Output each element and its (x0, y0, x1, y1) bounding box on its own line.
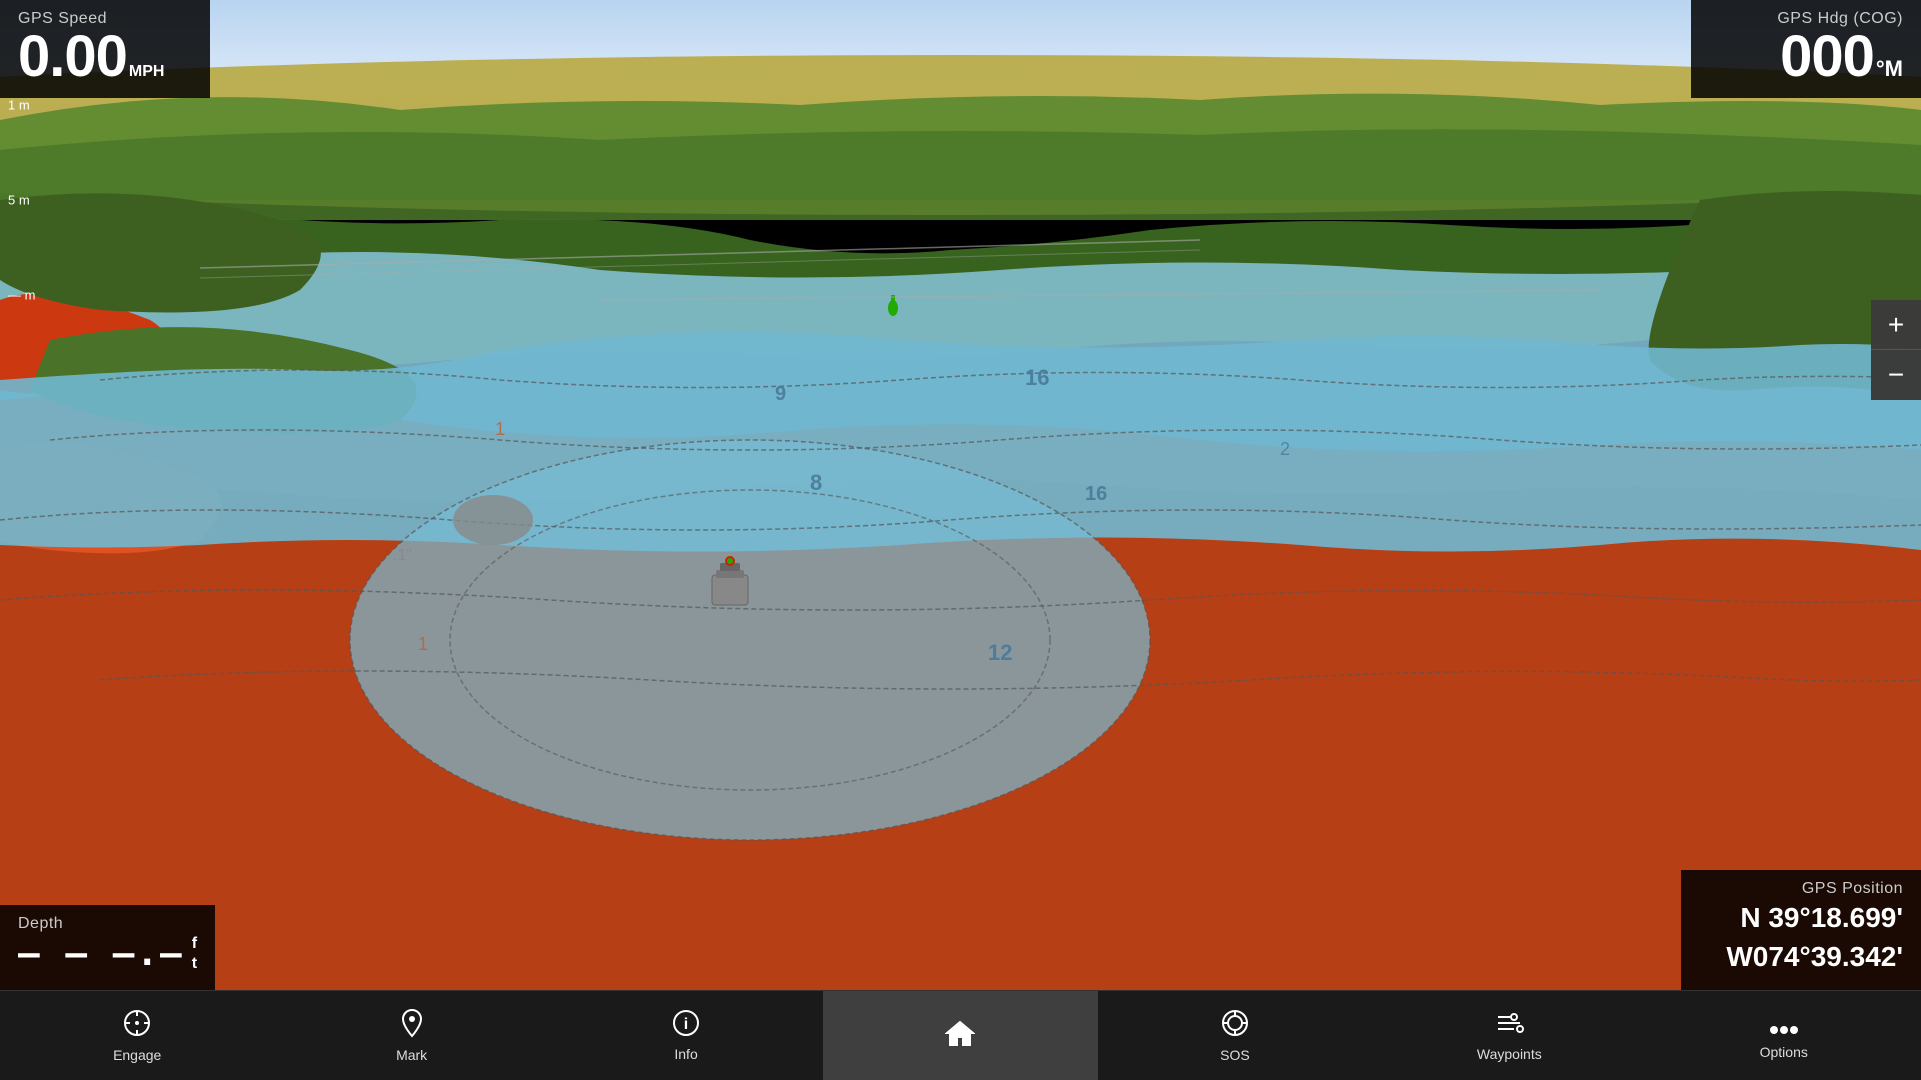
depth-value: — — —.— (18, 933, 184, 974)
depth-label: Depth (18, 915, 197, 933)
nav-sos[interactable]: SOS (1098, 991, 1372, 1080)
pin-icon (399, 1008, 425, 1043)
gps-lon: W074°39.342' (1699, 937, 1903, 976)
nav-waypoints[interactable]: Waypoints (1372, 991, 1646, 1080)
gps-heading-overlay: GPS Hdg (COG) 000 °M (1691, 0, 1921, 98)
svg-text:8: 8 (810, 470, 822, 495)
options-label: Options (1760, 1044, 1808, 1060)
nav-options[interactable]: Options (1647, 991, 1921, 1080)
engage-label: Engage (113, 1047, 161, 1063)
zoom-controls: + − (1871, 300, 1921, 400)
svg-text:9: 9 (775, 383, 786, 405)
waypoints-icon (1494, 1009, 1524, 1042)
svg-text:12: 12 (988, 640, 1012, 665)
nav-engage[interactable]: Engage (0, 991, 274, 1080)
depth-unit-bot: t (192, 954, 197, 973)
depth-scale: 1 m 5 m — m (0, 88, 43, 313)
svg-text:16: 16 (1025, 365, 1049, 390)
info-icon: i (672, 1009, 700, 1042)
depth-scale-1m: 1 m (8, 98, 35, 113)
svg-text:1: 1 (418, 634, 428, 654)
waypoints-label: Waypoints (1477, 1046, 1542, 1062)
nav-info[interactable]: i Info (549, 991, 823, 1080)
gps-heading-unit: °M (1876, 56, 1903, 82)
zoom-in-button[interactable]: + (1871, 300, 1921, 350)
navigate-icon (122, 1008, 152, 1043)
info-label: Info (674, 1046, 697, 1062)
nav-bar: Engage Mark i Info (0, 990, 1921, 1080)
sos-label: SOS (1220, 1047, 1250, 1063)
gps-speed-overlay: GPS Speed 0.00 MPH (0, 0, 210, 98)
nav-mark[interactable]: Mark (274, 991, 548, 1080)
gps-speed-unit: MPH (129, 64, 165, 80)
mark-label: Mark (396, 1047, 427, 1063)
options-icon (1769, 1012, 1799, 1040)
gps-position-label: GPS Position (1699, 880, 1903, 898)
gps-heading-value: 000 (1780, 28, 1874, 86)
svg-text:1: 1 (495, 419, 505, 439)
nav-home[interactable] (823, 991, 1097, 1080)
depth-overlay: Depth — — —.— f t (0, 905, 215, 990)
speed-unit-mph: MPH (129, 64, 165, 80)
depth-scale-dash: — m (8, 288, 35, 303)
gps-position-overlay: GPS Position N 39°18.699' W074°39.342' (1681, 870, 1921, 990)
svg-text:i: i (684, 1016, 688, 1033)
map-view[interactable]: 9 16 8 12 16 2 1 1 .1" (0, 0, 1921, 990)
svg-text:.1": .1" (393, 547, 412, 564)
home-icon (945, 1019, 975, 1052)
depth-unit-top: f (192, 934, 197, 953)
svg-text:16: 16 (1085, 483, 1107, 505)
gps-speed-value: 0.00 (18, 28, 127, 86)
zoom-out-button[interactable]: − (1871, 350, 1921, 400)
svg-text:2: 2 (1280, 439, 1290, 459)
sos-icon (1220, 1008, 1250, 1043)
depth-scale-5m: 5 m (8, 193, 35, 208)
gps-lat: N 39°18.699' (1699, 898, 1903, 937)
